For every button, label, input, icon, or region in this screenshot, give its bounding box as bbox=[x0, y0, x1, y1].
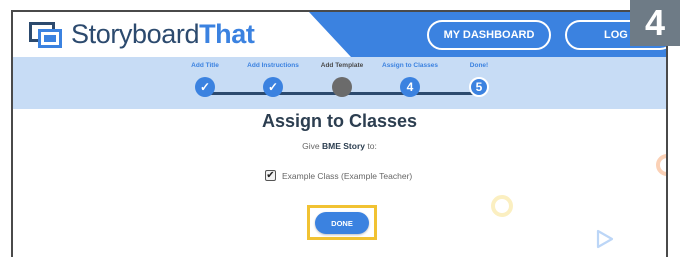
give-suffix: to: bbox=[367, 141, 377, 151]
progress-stepper: Add Title ✓ Add Instructions ✓ Add Templ… bbox=[13, 57, 666, 109]
give-story-line: Give BME Story to: bbox=[13, 141, 666, 151]
give-prefix: Give bbox=[302, 141, 320, 151]
step-label: Assign to Classes bbox=[382, 62, 438, 69]
class-option[interactable]: ✔ Example Class (Example Teacher) bbox=[265, 170, 412, 181]
top-header: StoryboardThat MY DASHBOARD LOG O bbox=[13, 12, 666, 57]
done-button[interactable]: DONE bbox=[315, 212, 369, 234]
step-label: Done! bbox=[469, 62, 489, 69]
logo-text-part1: Storyboard bbox=[71, 19, 200, 49]
storyboardthat-logo[interactable]: StoryboardThat bbox=[29, 19, 255, 49]
app-window: StoryboardThat MY DASHBOARD LOG O Add Ti… bbox=[11, 10, 668, 257]
done-highlight-box: DONE bbox=[307, 205, 377, 240]
logo-frames-icon bbox=[29, 21, 63, 48]
story-name: BME Story bbox=[322, 141, 365, 151]
logo-text-part2: That bbox=[199, 19, 255, 49]
decorative-ring-icon bbox=[491, 195, 513, 217]
checkmark-icon: ✓ bbox=[195, 77, 215, 97]
step-assign-to-classes[interactable]: Assign to Classes 4 bbox=[370, 62, 450, 97]
class-label: Example Class (Example Teacher) bbox=[282, 170, 413, 181]
step-add-instructions[interactable]: Add Instructions ✓ bbox=[233, 62, 313, 97]
step-label: Add Instructions bbox=[247, 62, 299, 69]
page-title: Assign to Classes bbox=[261, 111, 418, 131]
logo-text: StoryboardThat bbox=[71, 19, 255, 49]
step-done[interactable]: Done! 5 bbox=[439, 62, 519, 97]
step-circle bbox=[332, 77, 352, 97]
step-number: 4 bbox=[400, 77, 420, 97]
my-dashboard-button[interactable]: MY DASHBOARD bbox=[427, 20, 551, 50]
class-checkbox[interactable]: ✔ bbox=[265, 170, 276, 181]
decorative-triangle-icon bbox=[596, 229, 614, 249]
step-number: 5 bbox=[469, 77, 489, 97]
checkmark-icon: ✓ bbox=[263, 77, 283, 97]
step-number-badge: 4 bbox=[630, 0, 680, 46]
decorative-ring-icon bbox=[656, 154, 666, 176]
